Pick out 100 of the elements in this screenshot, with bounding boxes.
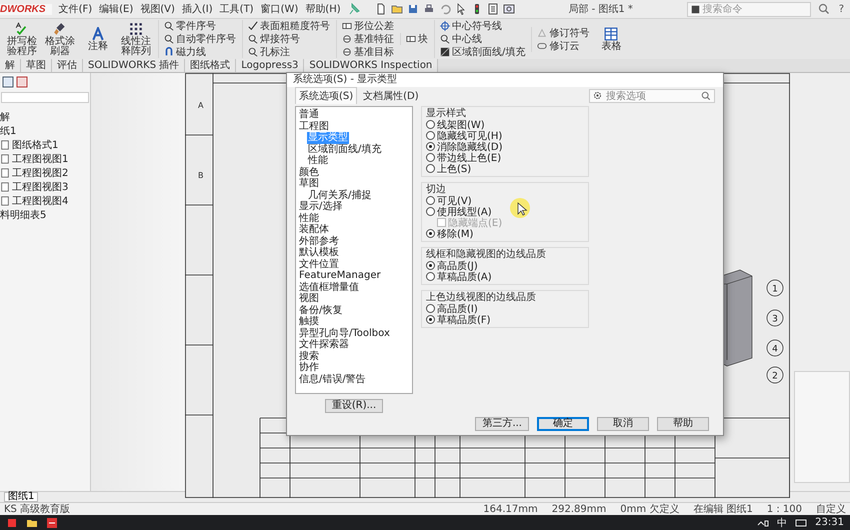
options-icon[interactable] <box>502 3 515 15</box>
tree-filter-field[interactable] <box>1 92 89 103</box>
ribbon-tool[interactable]: 基准特征 <box>342 33 394 45</box>
feature-tree-tab-icon[interactable] <box>2 76 14 88</box>
help-button[interactable]: ? <box>836 4 846 14</box>
options-tree-item[interactable]: 搜索 <box>298 350 320 362</box>
command-tab[interactable]: 评估 <box>52 59 83 72</box>
radio-option[interactable]: 移除(M) <box>426 228 584 239</box>
property-tab-icon[interactable] <box>16 76 28 88</box>
ribbon-button[interactable]: 格式涂刷器 <box>44 22 76 56</box>
options-tree-item[interactable]: 性能 <box>307 155 329 166</box>
menu-item[interactable]: 工具(T) <box>220 2 254 16</box>
command-tab[interactable]: SOLIDWORKS Inspection <box>304 59 438 72</box>
radio-option[interactable]: 隐藏线可见(H) <box>426 130 584 141</box>
command-tab[interactable]: Logopress3 <box>236 59 304 72</box>
options-tree-item[interactable]: 文件探索器 <box>298 339 350 350</box>
dialog-tab[interactable]: 文档属性(D) <box>359 87 423 104</box>
ribbon-button[interactable]: 注释 <box>82 26 114 52</box>
options-tree-item[interactable]: 区域剖面线/填充 <box>307 144 382 155</box>
options-tree-item[interactable]: 触摸 <box>298 316 320 328</box>
new-document-icon[interactable] <box>374 3 387 15</box>
options-tree-item[interactable]: 文件位置 <box>298 258 340 270</box>
dialog-button[interactable]: 取消 <box>597 417 649 431</box>
tree-item[interactable]: 解 <box>0 111 90 123</box>
radio-button[interactable] <box>426 164 435 173</box>
command-tab[interactable]: 图纸格式 <box>185 59 236 72</box>
search-icon[interactable] <box>818 3 830 15</box>
ribbon-button[interactable]: 拼写检验程序 <box>6 22 38 56</box>
tree-item[interactable]: 工程图视图2 <box>0 167 90 179</box>
radio-button[interactable] <box>426 304 435 313</box>
tree-item[interactable]: 图纸格式1 <box>0 139 90 151</box>
radio-button[interactable] <box>426 196 435 205</box>
ribbon-tool[interactable]: 块 <box>406 33 428 45</box>
ribbon-tool[interactable]: 磁力线 <box>164 46 236 58</box>
file-properties-icon[interactable] <box>486 3 499 15</box>
sheet-tab[interactable]: 图纸1 <box>4 492 38 502</box>
menu-item[interactable]: 帮助(H) <box>305 2 341 16</box>
options-tree-item[interactable]: 性能 <box>298 212 320 224</box>
radio-option[interactable]: 草稿品质(F) <box>426 314 584 325</box>
tree-item[interactable]: 工程图视图3 <box>0 181 90 193</box>
command-tab[interactable]: 草图 <box>21 59 52 72</box>
ribbon-tool[interactable]: 表面粗糙度符号 <box>248 20 330 32</box>
radio-button[interactable] <box>426 229 435 238</box>
options-tree-item[interactable]: 默认模板 <box>298 247 340 258</box>
radio-button[interactable] <box>426 315 435 324</box>
options-tree-item[interactable]: 异型孔向导/Toolbox <box>298 328 391 339</box>
radio-option[interactable]: 使用线型(A) <box>426 206 584 217</box>
radio-button[interactable] <box>426 131 435 140</box>
options-search-field[interactable]: 搜索选项 <box>589 88 715 102</box>
radio-option[interactable]: 消除隐藏线(D) <box>426 141 584 152</box>
options-tree-item[interactable]: 信息/错误/警告 <box>298 374 367 385</box>
ribbon-tool[interactable]: 中心线 <box>440 33 526 45</box>
app-icon[interactable] <box>46 516 58 528</box>
options-tree-item[interactable]: 外部参考 <box>298 236 340 247</box>
ribbon-button[interactable]: 线性注释阵列 <box>120 22 152 56</box>
ribbon-tool[interactable]: 零件序号 <box>164 20 236 32</box>
ribbon-tool[interactable]: 焊接符号 <box>248 33 330 45</box>
menu-item[interactable]: 插入(I) <box>182 2 213 16</box>
menu-item[interactable]: 编辑(E) <box>99 2 134 16</box>
start-icon[interactable] <box>6 516 18 528</box>
tables-button[interactable]: 表格 <box>595 26 628 52</box>
ribbon-tool[interactable]: 修订符号 <box>537 26 590 38</box>
ribbon-tool[interactable]: 孔标注 <box>248 46 330 58</box>
tree-item[interactable]: 纸1 <box>0 125 90 137</box>
print-icon[interactable] <box>422 3 435 15</box>
options-tree-item[interactable]: 草图 <box>298 178 320 190</box>
ribbon-tool[interactable]: 基准目标 <box>342 46 394 58</box>
search-icon[interactable] <box>701 90 711 100</box>
options-tree-item[interactable]: 普通 <box>298 109 320 120</box>
options-tree-item[interactable]: 视图 <box>298 293 320 304</box>
options-tree-item[interactable]: 几何关系/捕捉 <box>307 190 372 201</box>
radio-option[interactable]: 线架图(W) <box>426 119 584 130</box>
options-tree-item[interactable]: 工程图 <box>298 120 330 132</box>
dialog-button[interactable]: 确定 <box>537 417 589 431</box>
tree-item[interactable]: 工程图视图4 <box>0 195 90 207</box>
radio-button[interactable] <box>426 207 435 216</box>
menu-item[interactable]: 窗口(W) <box>260 2 298 16</box>
ribbon-tool[interactable]: 区域剖面线/填充 <box>440 46 526 58</box>
tree-item[interactable]: 工程图视图1 <box>0 153 90 165</box>
command-tab[interactable]: 解 <box>0 59 21 72</box>
ribbon-tool[interactable]: 修订云 <box>537 40 590 52</box>
radio-button[interactable] <box>426 272 435 281</box>
ribbon-tool[interactable]: 自动零件序号 <box>164 33 236 45</box>
dialog-tab[interactable]: 系统选项(S) <box>295 87 358 104</box>
save-icon[interactable] <box>406 3 419 15</box>
radio-option[interactable]: 高品质(I) <box>426 303 584 314</box>
tree-item[interactable]: 料明细表5 <box>0 209 90 221</box>
options-tree-item[interactable]: 选值框增量值 <box>298 282 360 293</box>
radio-option[interactable]: 带边线上色(E) <box>426 152 584 163</box>
radio-option[interactable]: 草稿品质(A) <box>426 271 584 282</box>
options-tree-item[interactable]: FeatureManager <box>298 270 382 282</box>
radio-button[interactable] <box>426 120 435 129</box>
open-folder-icon[interactable] <box>390 3 403 15</box>
select-arrow-icon[interactable] <box>454 3 467 15</box>
ribbon-tool[interactable]: 形位公差 <box>342 20 394 32</box>
dialog-button[interactable]: 帮助 <box>657 417 709 431</box>
radio-option[interactable]: 上色(S) <box>426 163 584 174</box>
options-tree-item[interactable]: 显示/选择 <box>298 201 344 212</box>
radio-option[interactable]: 高品质(J) <box>426 260 584 271</box>
command-tab[interactable]: SOLIDWORKS 插件 <box>83 59 186 72</box>
